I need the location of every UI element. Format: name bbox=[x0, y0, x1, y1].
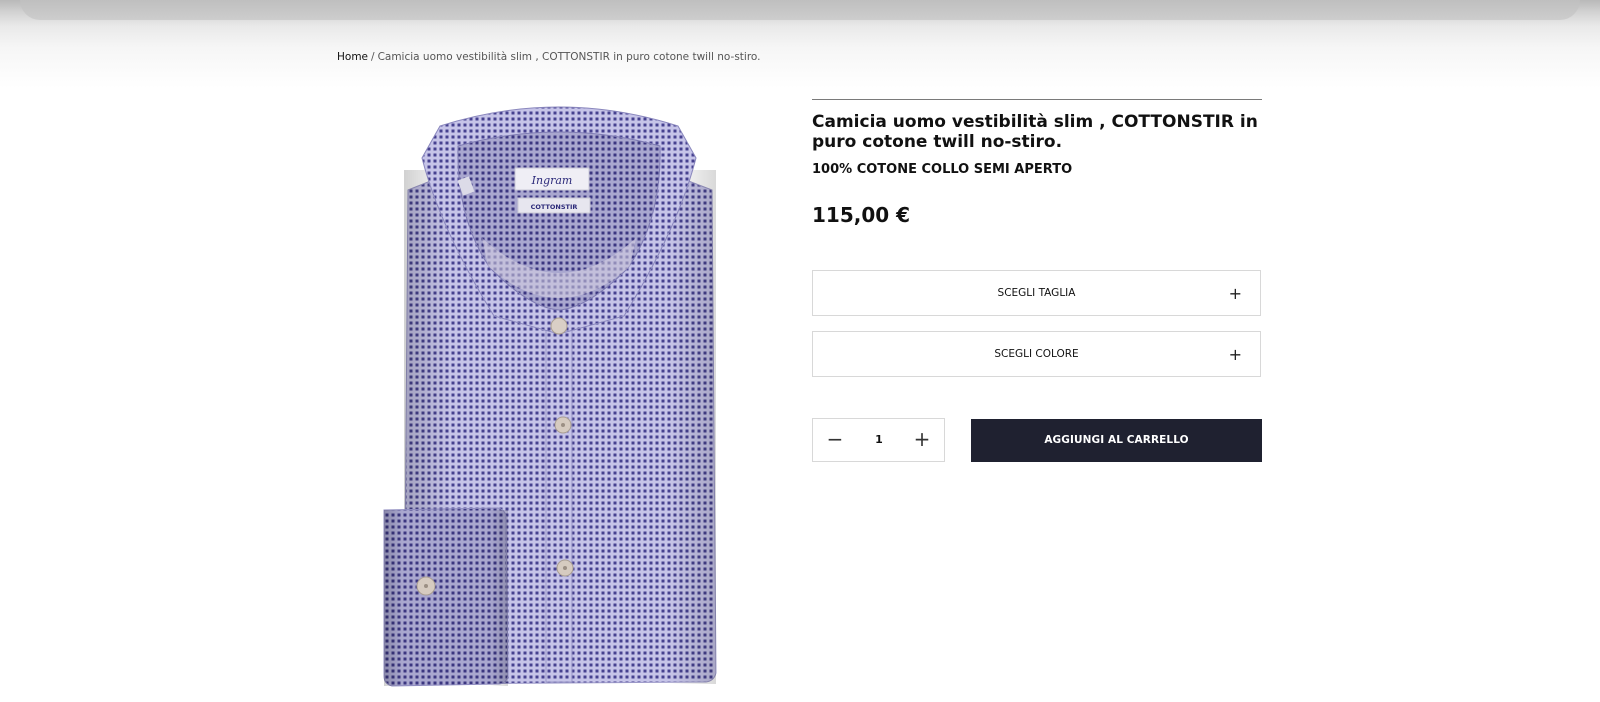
size-label-text: COTTONSTIR bbox=[531, 203, 578, 211]
breadcrumb-current: Camicia uomo vestibilità slim , COTTONST… bbox=[377, 51, 761, 63]
quantity-stepper: − 1 + bbox=[812, 418, 945, 462]
expand-plus-icon[interactable]: + bbox=[1229, 332, 1242, 378]
breadcrumb: Home / Camicia uomo vestibilità slim , COT… bbox=[337, 51, 761, 63]
brand-label-text: Ingram bbox=[531, 174, 573, 187]
color-selector-label: SCEGLI COLORE bbox=[994, 348, 1079, 360]
product-price: 115,00 € bbox=[812, 203, 911, 227]
title-divider bbox=[812, 99, 1262, 100]
product-title: Camicia uomo vestibilità slim , COTTONST… bbox=[812, 112, 1258, 152]
color-selector[interactable]: SCEGLI COLORE + bbox=[812, 331, 1261, 377]
minus-icon[interactable]: − bbox=[815, 419, 855, 461]
size-selector-label: SCEGLI TAGLIA bbox=[997, 287, 1076, 299]
add-to-cart-button[interactable]: AGGIUNGI AL CARRELLO bbox=[971, 419, 1262, 462]
header-bar bbox=[20, 0, 1580, 20]
breadcrumb-home-link[interactable]: Home bbox=[337, 51, 368, 63]
breadcrumb-separator: / bbox=[371, 51, 375, 63]
product-image[interactable]: Ingram COTTONSTIR bbox=[378, 98, 740, 692]
plus-icon[interactable]: + bbox=[902, 419, 942, 461]
quantity-input[interactable]: 1 bbox=[858, 419, 900, 461]
product-subtitle: 100% COTONE COLLO SEMI APERTO bbox=[812, 162, 1073, 177]
expand-plus-icon[interactable]: + bbox=[1229, 271, 1242, 317]
size-selector[interactable]: SCEGLI TAGLIA + bbox=[812, 270, 1261, 316]
